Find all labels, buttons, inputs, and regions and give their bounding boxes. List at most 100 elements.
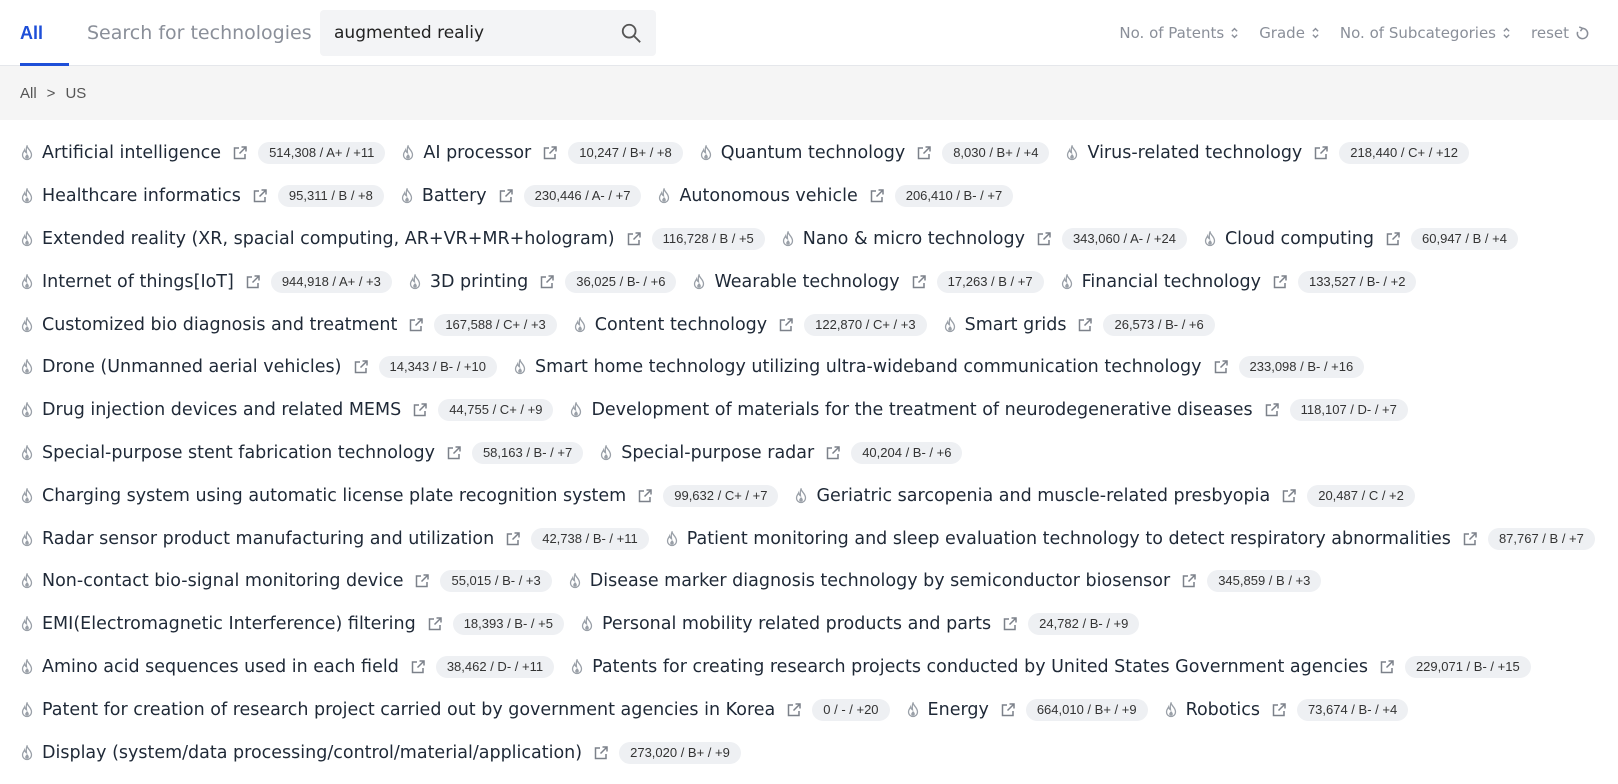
technology-tag[interactable]: Healthcare informatics 95,311 / B / +8 — [20, 185, 384, 208]
external-link-icon[interactable] — [1272, 274, 1288, 290]
technology-tag[interactable]: Autonomous vehicle 206,410 / B- / +7 — [657, 185, 1014, 208]
reset-button[interactable]: reset — [1531, 24, 1590, 42]
external-link-icon[interactable] — [1264, 402, 1280, 418]
tab-search-technologies[interactable]: Search for technologies — [87, 0, 312, 66]
external-link-icon[interactable] — [427, 616, 443, 632]
technology-name[interactable]: Patents for creating research projects c… — [592, 657, 1368, 677]
technology-name[interactable]: Disease marker diagnosis technology by s… — [590, 571, 1170, 591]
sort-by-grade[interactable]: Grade — [1259, 24, 1320, 42]
technology-tag[interactable]: Patents for creating research projects c… — [570, 655, 1531, 678]
technology-name[interactable]: Special-purpose radar — [621, 443, 814, 463]
technology-tag[interactable]: Geriatric sarcopenia and muscle-related … — [794, 484, 1415, 507]
external-link-icon[interactable] — [408, 317, 424, 333]
technology-name[interactable]: Artificial intelligence — [42, 143, 221, 163]
external-link-icon[interactable] — [1462, 531, 1478, 547]
external-link-icon[interactable] — [353, 359, 369, 375]
external-link-icon[interactable] — [252, 188, 268, 204]
external-link-icon[interactable] — [869, 188, 885, 204]
external-link-icon[interactable] — [1000, 702, 1016, 718]
technology-name[interactable]: Patent for creation of research project … — [42, 700, 775, 720]
tab-all[interactable]: All — [20, 0, 43, 66]
external-link-icon[interactable] — [626, 231, 642, 247]
technology-tag[interactable]: Patent for creation of research project … — [20, 698, 890, 721]
external-link-icon[interactable] — [1379, 659, 1395, 675]
technology-name[interactable]: Radar sensor product manufacturing and u… — [42, 529, 494, 549]
technology-tag[interactable]: Development of materials for the treatme… — [569, 399, 1408, 422]
technology-name[interactable]: Non-contact bio-signal monitoring device — [42, 571, 403, 591]
technology-name[interactable]: Development of materials for the treatme… — [591, 400, 1252, 420]
technology-tag[interactable]: Drone (Unmanned aerial vehicles) 14,343 /… — [20, 356, 497, 379]
external-link-icon[interactable] — [1213, 359, 1229, 375]
technology-tag[interactable]: Nano & micro technology 343,060 / A- / +2… — [781, 227, 1187, 250]
technology-tag[interactable]: Special-purpose stent fabrication techno… — [20, 441, 584, 464]
technology-name[interactable]: AI processor — [423, 143, 531, 163]
external-link-icon[interactable] — [916, 145, 932, 161]
technology-tag[interactable]: Extended reality (XR, spacial computing,… — [20, 227, 765, 250]
technology-tag[interactable]: Special-purpose radar 40,204 / B- / +6 — [599, 441, 963, 464]
technology-name[interactable]: Quantum technology — [721, 143, 905, 163]
technology-name[interactable]: Display (system/data processing/control/… — [42, 743, 582, 763]
technology-tag[interactable]: Charging system using automatic license … — [20, 484, 779, 507]
technology-name[interactable]: Energy — [928, 700, 989, 720]
external-link-icon[interactable] — [232, 145, 248, 161]
technology-name[interactable]: Amino acid sequences used in each field — [42, 657, 399, 677]
technology-tag[interactable]: Drug injection devices and related MEMS 4… — [20, 399, 554, 422]
technology-tag[interactable]: Wearable technology 17,263 / B / +7 — [692, 270, 1044, 293]
technology-tag[interactable]: Personal mobility related products and p… — [580, 613, 1140, 636]
sort-by-subcategories[interactable]: No. of Subcategories — [1340, 24, 1511, 42]
external-link-icon[interactable] — [505, 531, 521, 547]
technology-name[interactable]: Personal mobility related products and p… — [602, 614, 991, 634]
sort-by-patents[interactable]: No. of Patents — [1119, 24, 1239, 42]
technology-tag[interactable]: Customized bio diagnosis and treatment 16… — [20, 313, 557, 336]
technology-tag[interactable]: Smart grids 26,573 / B- / +6 — [943, 313, 1215, 336]
technology-name[interactable]: Financial technology — [1082, 272, 1261, 292]
external-link-icon[interactable] — [446, 445, 462, 461]
external-link-icon[interactable] — [414, 573, 430, 589]
external-link-icon[interactable] — [593, 745, 609, 761]
technology-name[interactable]: Smart home technology utilizing ultra-wi… — [535, 357, 1202, 377]
external-link-icon[interactable] — [498, 188, 514, 204]
technology-name[interactable]: Geriatric sarcopenia and muscle-related … — [816, 486, 1270, 506]
technology-tag[interactable]: 3D printing 36,025 / B- / +6 — [408, 270, 677, 293]
external-link-icon[interactable] — [245, 274, 261, 290]
external-link-icon[interactable] — [412, 402, 428, 418]
technology-tag[interactable]: Non-contact bio-signal monitoring device… — [20, 570, 552, 593]
external-link-icon[interactable] — [410, 659, 426, 675]
technology-tag[interactable]: Battery 230,446 / A- / +7 — [400, 185, 642, 208]
technology-name[interactable]: Content technology — [595, 315, 767, 335]
breadcrumb-root[interactable]: All — [20, 85, 37, 102]
technology-name[interactable]: Cloud computing — [1225, 229, 1374, 249]
technology-tag[interactable]: AI processor 10,247 / B+ / +8 — [401, 142, 683, 165]
external-link-icon[interactable] — [1385, 231, 1401, 247]
technology-tag[interactable]: Radar sensor product manufacturing and u… — [20, 527, 649, 550]
technology-tag[interactable]: Smart home technology utilizing ultra-wi… — [513, 356, 1365, 379]
technology-tag[interactable]: Artificial intelligence 514,308 / A+ / +1… — [20, 142, 386, 165]
external-link-icon[interactable] — [786, 702, 802, 718]
technology-tag[interactable]: Internet of things[IoT] 944,918 / A+ / +3 — [20, 270, 392, 293]
technology-name[interactable]: Extended reality (XR, spacial computing,… — [42, 229, 615, 249]
search-icon[interactable] — [620, 22, 642, 44]
technology-tag[interactable]: Display (system/data processing/control/… — [20, 741, 741, 764]
external-link-icon[interactable] — [778, 317, 794, 333]
technology-name[interactable]: Drone (Unmanned aerial vehicles) — [42, 357, 342, 377]
search-input[interactable] — [334, 10, 604, 56]
technology-tag[interactable]: EMI(Electromagnetic Interference) filter… — [20, 613, 564, 636]
technology-name[interactable]: Battery — [422, 186, 487, 206]
technology-tag[interactable]: Energy 664,010 / B+ / +9 — [906, 698, 1148, 721]
technology-name[interactable]: Patient monitoring and sleep evaluation … — [687, 529, 1451, 549]
technology-tag[interactable]: Robotics 73,674 / B- / +4 — [1164, 698, 1409, 721]
technology-name[interactable]: Nano & micro technology — [803, 229, 1025, 249]
technology-tag[interactable]: Quantum technology 8,030 / B+ / +4 — [699, 142, 1050, 165]
external-link-icon[interactable] — [1181, 573, 1197, 589]
technology-name[interactable]: Drug injection devices and related MEMS — [42, 400, 401, 420]
technology-tag[interactable]: Content technology 122,870 / C+ / +3 — [573, 313, 927, 336]
technology-name[interactable]: Charging system using automatic license … — [42, 486, 626, 506]
external-link-icon[interactable] — [825, 445, 841, 461]
technology-name[interactable]: Internet of things[IoT] — [42, 272, 234, 292]
external-link-icon[interactable] — [911, 274, 927, 290]
external-link-icon[interactable] — [542, 145, 558, 161]
technology-name[interactable]: 3D printing — [430, 272, 528, 292]
technology-name[interactable]: Special-purpose stent fabrication techno… — [42, 443, 435, 463]
external-link-icon[interactable] — [1002, 616, 1018, 632]
technology-tag[interactable]: Amino acid sequences used in each field 3… — [20, 655, 555, 678]
